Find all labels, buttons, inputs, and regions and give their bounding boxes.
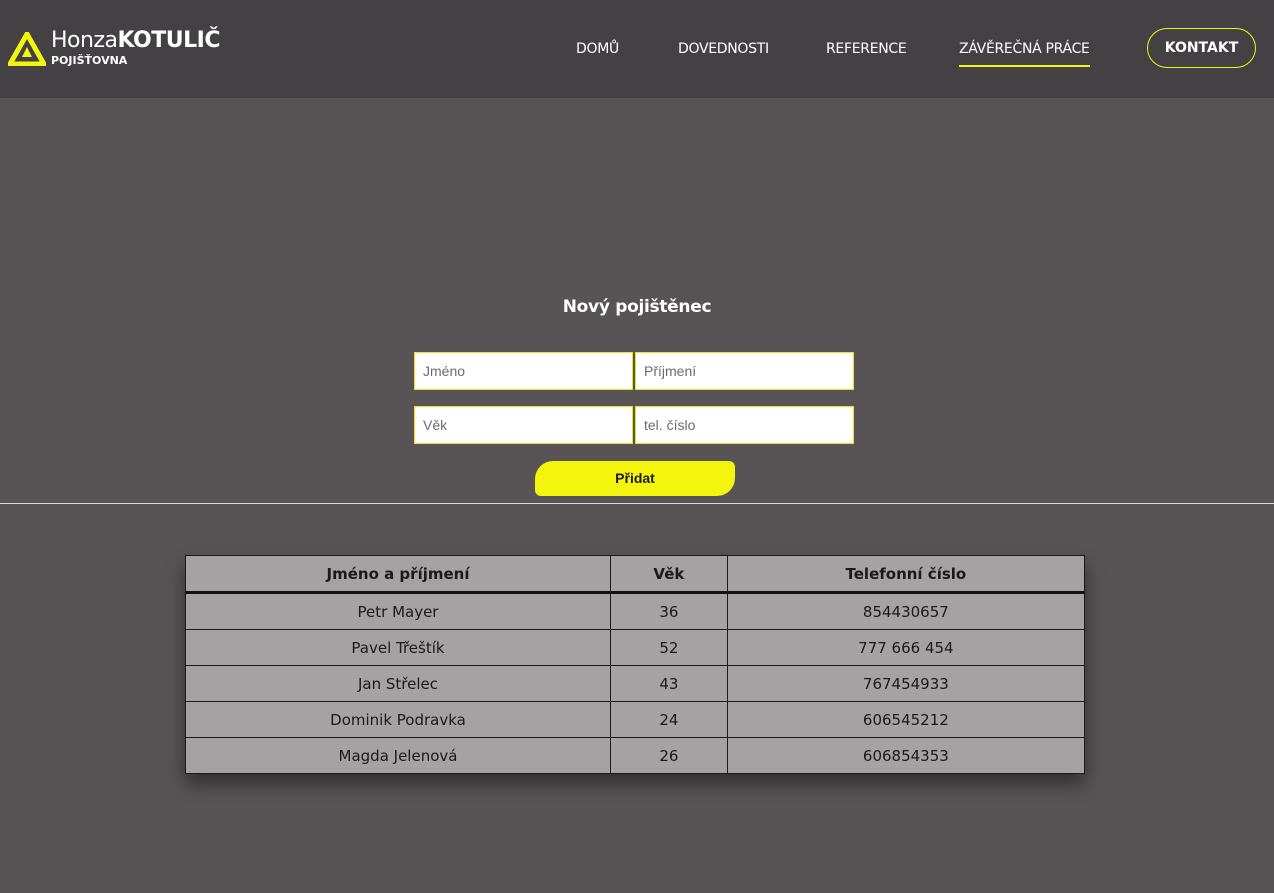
cell-age: 24 (610, 701, 728, 738)
insured-table-container: Jméno a příjmení Věk Telefonní číslo Pet… (185, 555, 1086, 774)
triangle-logo-icon (8, 32, 46, 66)
add-button[interactable]: Přidat (535, 461, 735, 496)
cell-name: Pavel Třeštík (185, 629, 611, 666)
nav-link-reference[interactable]: REFERENCE (826, 40, 907, 58)
brand-subtitle: POJIŠŤOVNA (51, 54, 128, 67)
form-title: Nový pojištěnec (562, 297, 712, 317)
cell-age: 52 (610, 629, 728, 666)
cell-phone: 767454933 (726, 665, 1086, 702)
table-row: Magda Jelenová 26 606854353 (185, 737, 1086, 774)
brand-last-name: KOTULIČ (117, 28, 220, 53)
kontakt-button[interactable]: KONTAKT (1147, 28, 1256, 68)
cell-age: 43 (610, 665, 728, 702)
section-divider (0, 503, 1274, 504)
table-row: Pavel Třeštík 52 777 666 454 (185, 629, 1086, 666)
top-navbar: HonzaKOTULIČ POJIŠŤOVNA DOMŮ DOVEDNOSTI … (0, 0, 1274, 98)
header-name: Jméno a příjmení (185, 555, 611, 594)
table-row: Petr Mayer 36 854430657 (185, 592, 1086, 630)
cell-phone: 854430657 (726, 592, 1086, 630)
table-row: Dominik Podravka 24 606545212 (185, 701, 1086, 738)
header-phone: Telefonní číslo (726, 555, 1086, 594)
cell-name: Dominik Podravka (185, 701, 611, 738)
cell-age: 26 (610, 737, 728, 774)
cell-phone: 777 666 454 (726, 629, 1086, 666)
nav-link-zaverecna-prace[interactable]: ZÁVĚREČNÁ PRÁCE (959, 40, 1090, 67)
first-name-input[interactable] (414, 352, 633, 390)
insured-table: Jméno a příjmení Věk Telefonní číslo Pet… (185, 555, 1086, 774)
nav-link-dovednosti[interactable]: DOVEDNOSTI (678, 40, 769, 58)
cell-phone: 606854353 (726, 737, 1086, 774)
cell-age: 36 (610, 592, 728, 630)
cell-name: Magda Jelenová (185, 737, 611, 774)
brand-name: HonzaKOTULIČ (51, 28, 220, 54)
header-age: Věk (610, 555, 728, 594)
table-header-row: Jméno a příjmení Věk Telefonní číslo (185, 555, 1086, 594)
cell-name: Jan Střelec (185, 665, 611, 702)
nav-link-domu[interactable]: DOMŮ (576, 40, 619, 58)
brand-first-name: Honza (51, 28, 118, 53)
phone-input[interactable] (635, 406, 854, 444)
table-row: Jan Střelec 43 767454933 (185, 665, 1086, 702)
last-name-input[interactable] (635, 352, 854, 390)
age-input[interactable] (414, 406, 633, 444)
cell-name: Petr Mayer (185, 592, 611, 630)
cell-phone: 606545212 (726, 701, 1086, 738)
